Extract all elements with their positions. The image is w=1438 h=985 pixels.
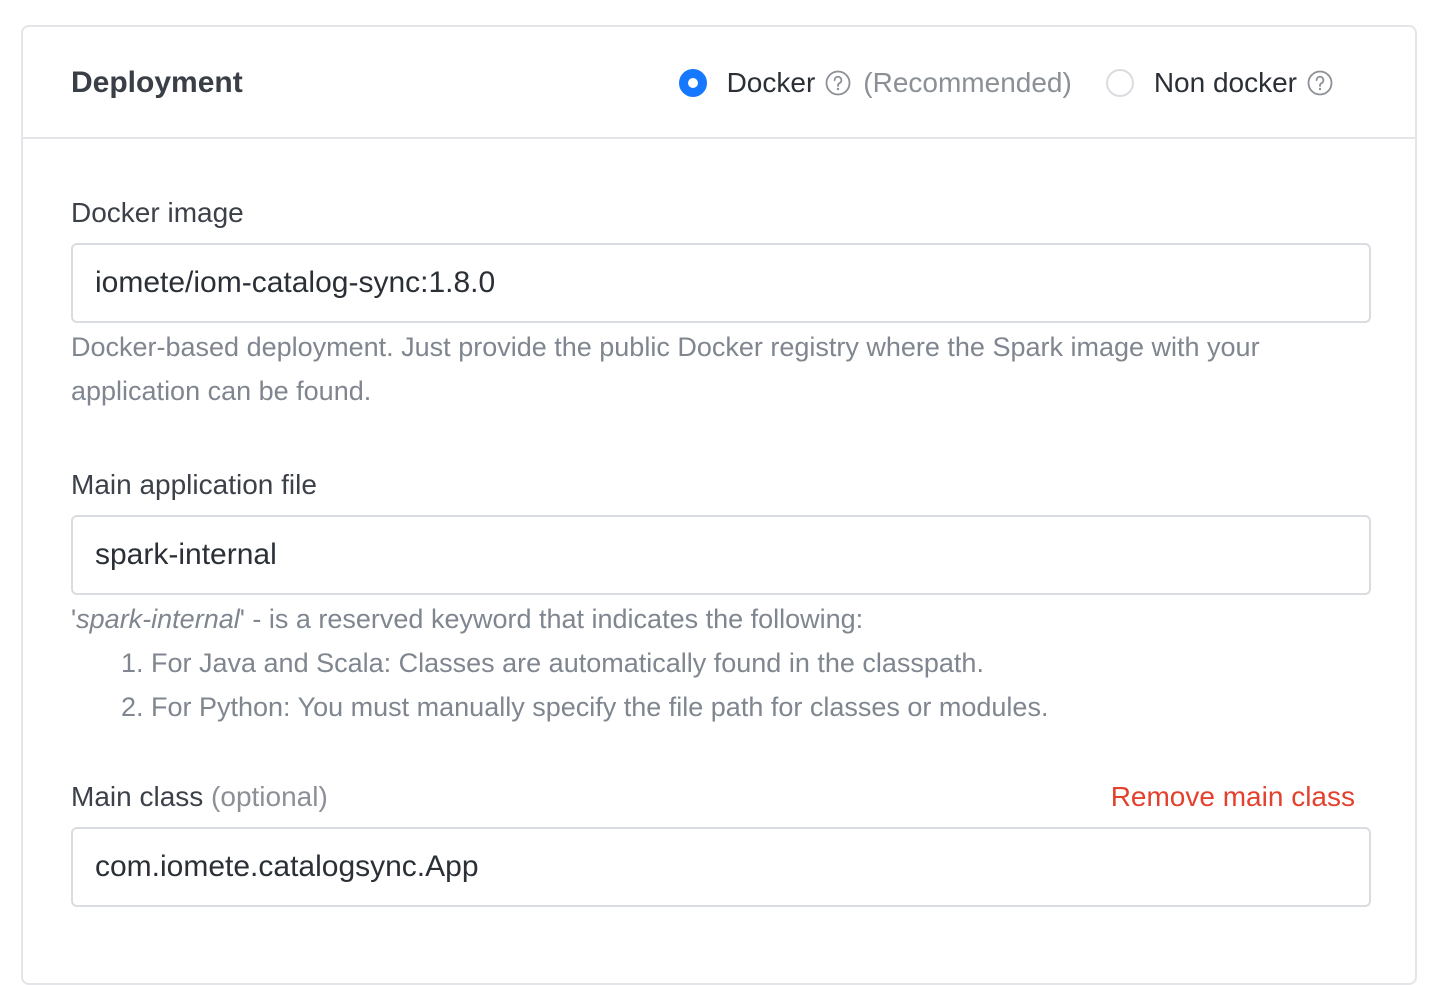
list-item: For Python: You must manually specify th…	[151, 685, 1371, 729]
deployment-mode-radio-group: Docker (Recommended) Non docker	[678, 65, 1333, 101]
remove-main-class-link[interactable]: Remove main class	[1111, 779, 1355, 815]
radio-non-docker[interactable]: Non docker	[1105, 65, 1333, 101]
card-header: Deployment Docker (Recommended) Non dock…	[23, 27, 1415, 139]
main-app-file-input[interactable]	[71, 515, 1371, 595]
main-app-file-help: 'spark-internal' - is a reserved keyword…	[71, 597, 1371, 641]
question-circle-icon[interactable]	[1307, 70, 1333, 96]
docker-image-field: Docker image Docker-based deployment. Ju…	[71, 195, 1371, 413]
radio-docker-label[interactable]: Docker	[727, 65, 816, 101]
main-app-file-field: Main application file 'spark-internal' -…	[71, 467, 1371, 729]
docker-image-label: Docker image	[71, 197, 244, 228]
main-app-file-label: Main application file	[71, 469, 317, 500]
section-title: Deployment	[71, 66, 243, 99]
main-class-input[interactable]	[71, 827, 1371, 907]
question-circle-icon[interactable]	[825, 70, 851, 96]
list-item: For Java and Scala: Classes are automati…	[151, 641, 1371, 685]
radio-docker-circle[interactable]	[678, 69, 707, 97]
optional-tag: (optional)	[211, 781, 328, 812]
help-list: For Java and Scala: Classes are automati…	[71, 641, 1371, 729]
radio-non-docker-label[interactable]: Non docker	[1154, 65, 1297, 101]
recommended-note: (Recommended)	[863, 67, 1072, 98]
main-class-field: Main class (optional) Remove main class	[71, 779, 1371, 907]
deployment-card: Deployment Docker (Recommended) Non dock…	[21, 25, 1417, 985]
help-keyword: spark-internal	[76, 604, 240, 634]
radio-non-docker-circle[interactable]	[1105, 69, 1134, 97]
main-class-label-text: Main class	[71, 781, 204, 812]
radio-docker[interactable]: Docker (Recommended)	[678, 65, 1072, 101]
help-rest: ' - is a reserved keyword that indicates…	[239, 604, 864, 634]
docker-image-input[interactable]	[71, 243, 1371, 323]
docker-image-help: Docker-based deployment. Just provide th…	[71, 332, 1260, 406]
